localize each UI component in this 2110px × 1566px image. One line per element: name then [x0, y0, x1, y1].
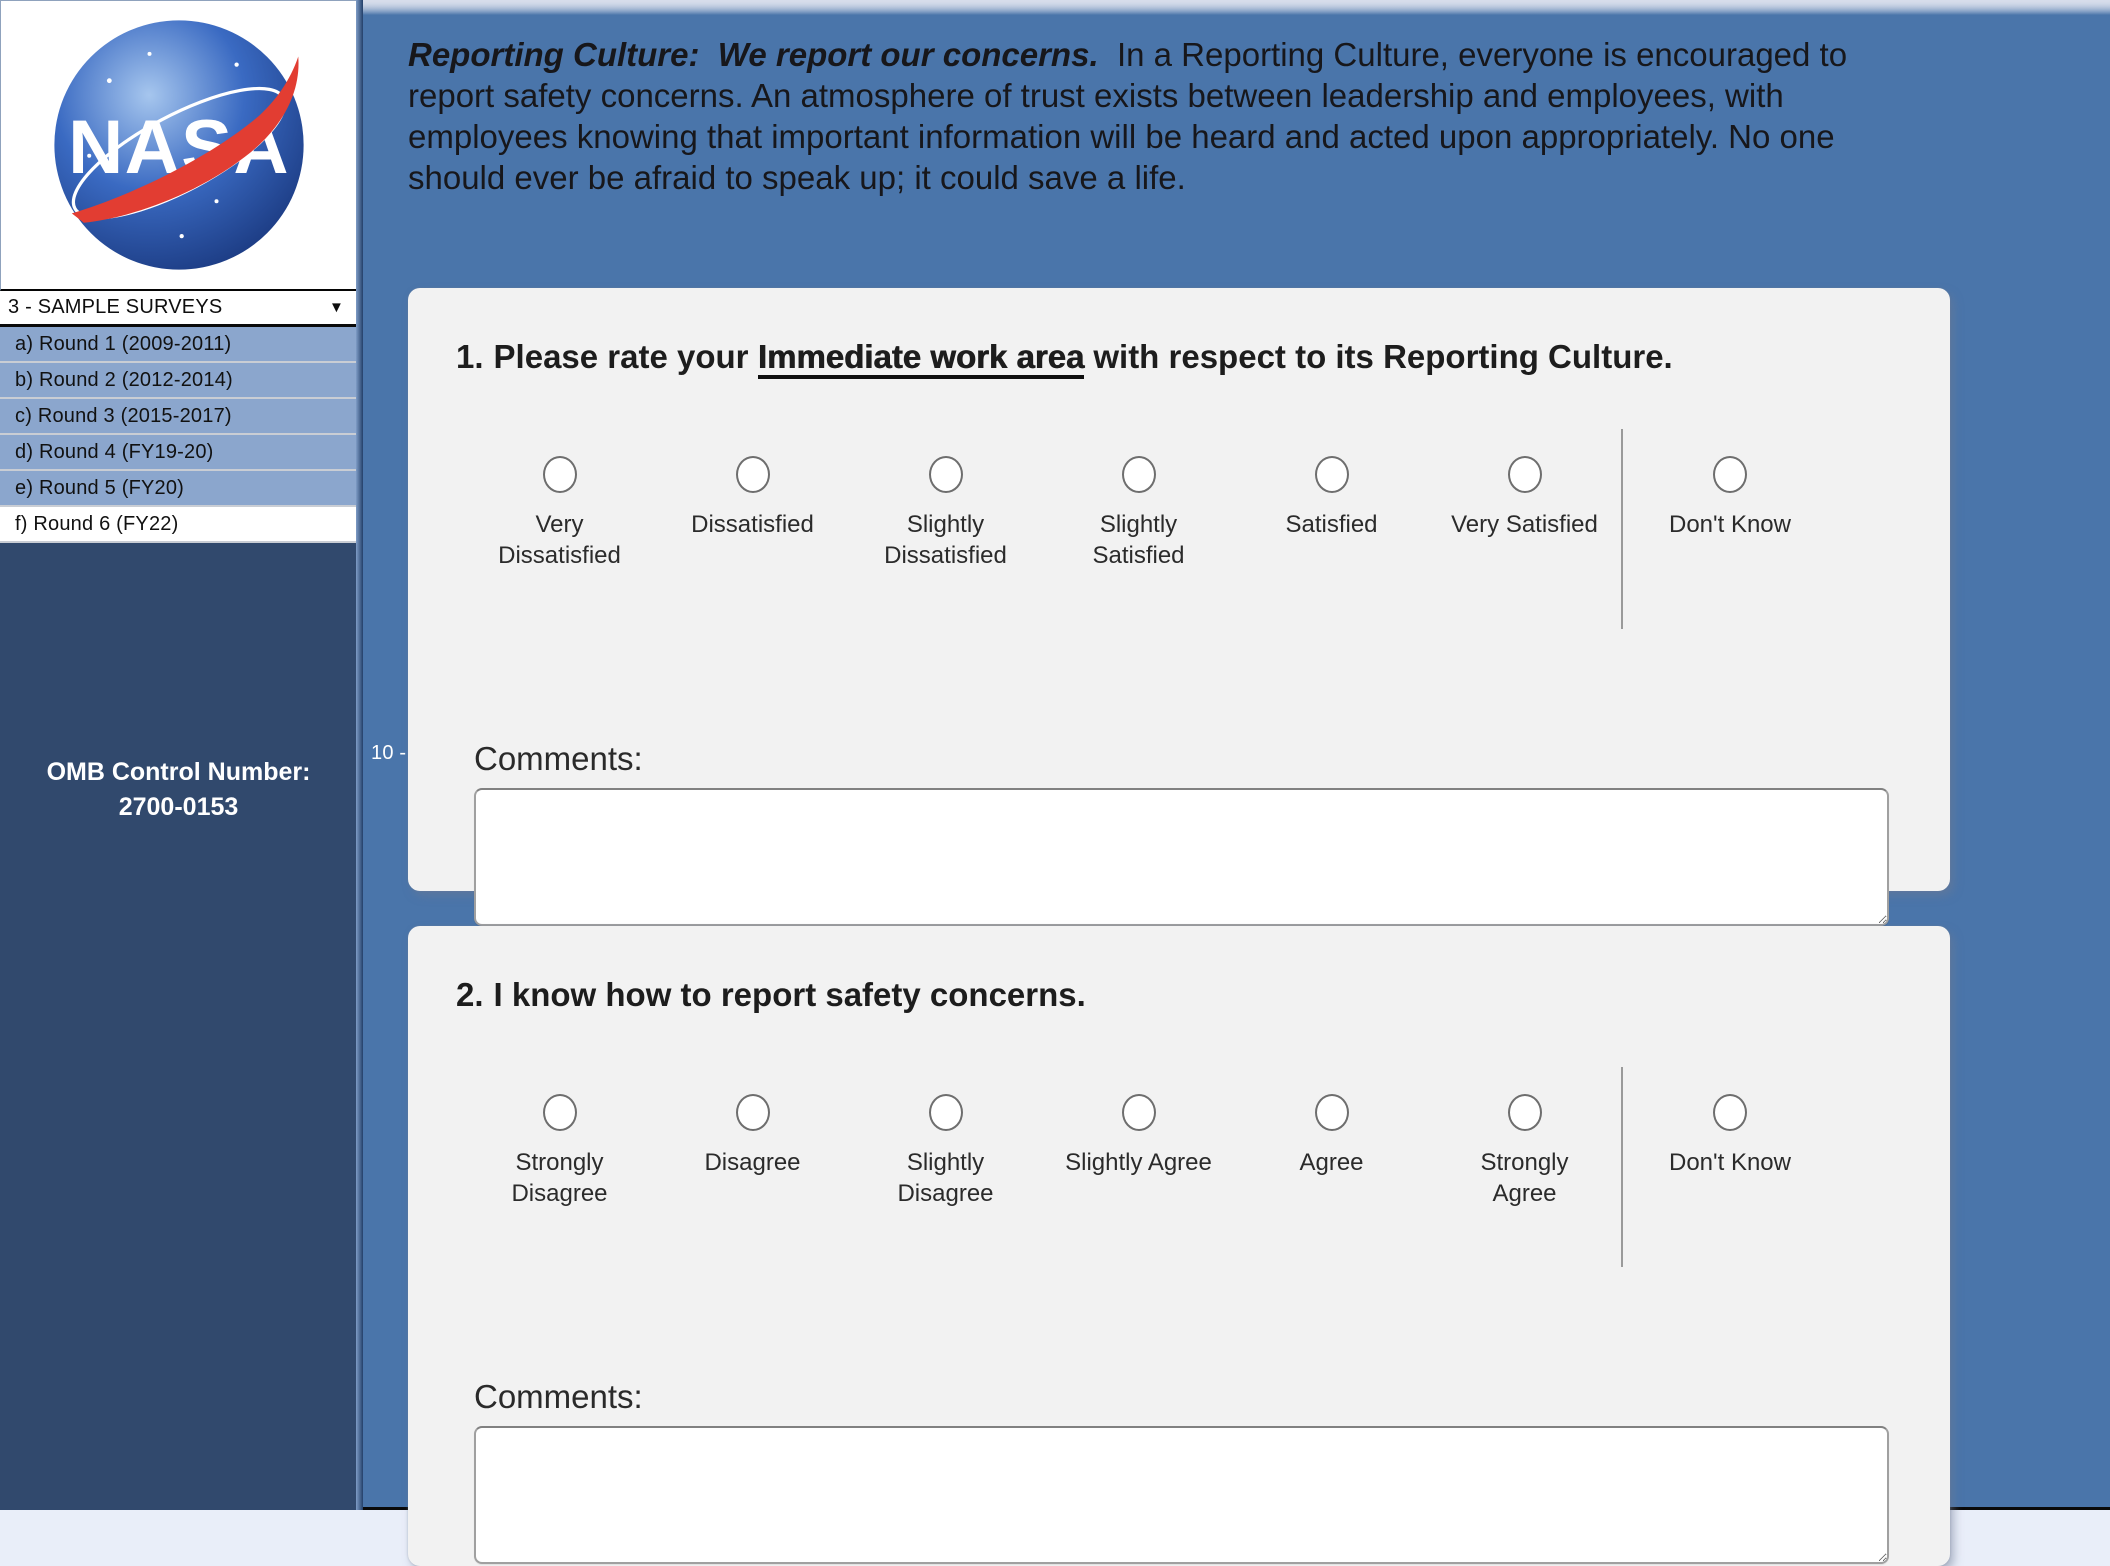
sidebar: NASA 1 - TAKE THE SURVEY 2 - SURVEY INFO…	[0, 0, 363, 1510]
rating-option-dont-know[interactable]: Don't Know	[1623, 1094, 1837, 1178]
rating-option[interactable]: Slightly Dissatisfied	[849, 456, 1042, 571]
scale-divider	[1621, 1067, 1623, 1267]
rating-option[interactable]: Dissatisfied	[656, 456, 849, 540]
rating-option[interactable]: Slightly Disagree	[849, 1094, 1042, 1209]
intro-lead: Reporting Culture: We report our concern…	[408, 36, 1099, 73]
comments-textarea-2[interactable]	[474, 1426, 1889, 1564]
radio-button[interactable]	[543, 1094, 577, 1131]
sidebar-menu: 1 - TAKE THE SURVEY 2 - SURVEY INFORMATI…	[0, 291, 357, 543]
question-card-2: 2.I know how to report safety concerns. …	[408, 926, 1950, 1566]
sidebar-item-round-6-active[interactable]: f) Round 6 (FY22)	[0, 507, 357, 543]
rating-option[interactable]: Disagree	[656, 1094, 849, 1178]
question-1-number: 1.	[456, 338, 484, 375]
question-1-emphasis: Immediate work area	[758, 338, 1085, 379]
radio-button[interactable]	[929, 456, 963, 493]
rating-option-dont-know[interactable]: Don't Know	[1623, 456, 1837, 540]
sidebar-item-round-4[interactable]: d) Round 4 (FY19-20)	[0, 435, 357, 471]
rating-option[interactable]: Very Satisfied	[1428, 456, 1621, 540]
omb-control-number-value: 2700-0153	[0, 790, 357, 825]
radio-button[interactable]	[929, 1094, 963, 1131]
intro-paragraph: Reporting Culture: We report our concern…	[408, 34, 1868, 198]
nasa-logo: NASA	[45, 11, 313, 279]
radio-button[interactable]	[1508, 1094, 1542, 1131]
main-content: Reporting Culture: We report our concern…	[363, 0, 2110, 1510]
omb-control-number-label: OMB Control Number:	[0, 755, 357, 790]
radio-button[interactable]	[1713, 456, 1747, 493]
comments-textarea-1[interactable]	[474, 788, 1889, 926]
radio-button[interactable]	[736, 1094, 770, 1131]
radio-button[interactable]	[1315, 1094, 1349, 1131]
question-2-comments: Comments:	[474, 1378, 1950, 1564]
question-card-1: 1.Please rate your Immediate work area w…	[408, 288, 1950, 891]
sidebar-item-round-5[interactable]: e) Round 5 (FY20)	[0, 471, 357, 507]
question-1-rating-scale: Very Dissatisfied Dissatisfied Slightly …	[463, 456, 1950, 656]
rating-option[interactable]: Satisfied	[1235, 456, 1428, 540]
sidebar-item-round-3[interactable]: c) Round 3 (2015-2017)	[0, 399, 357, 435]
radio-button[interactable]	[543, 456, 577, 493]
sidebar-edge	[356, 0, 363, 1510]
rating-option[interactable]: Strongly Agree	[1428, 1094, 1621, 1209]
radio-button[interactable]	[1122, 1094, 1156, 1131]
question-2-number: 2.	[456, 976, 484, 1013]
radio-button[interactable]	[1315, 456, 1349, 493]
rating-option[interactable]: Agree	[1235, 1094, 1428, 1178]
sidebar-item-round-2[interactable]: b) Round 2 (2012-2014)	[0, 363, 357, 399]
comments-label: Comments:	[474, 740, 1950, 778]
sidebar-footer: OMB Control Number: 2700-0153	[0, 543, 357, 825]
rating-option[interactable]: Strongly Disagree	[463, 1094, 656, 1209]
sidebar-item-sample-surveys[interactable]: 3 - SAMPLE SURVEYS▼	[0, 291, 357, 327]
radio-button[interactable]	[736, 456, 770, 493]
rating-option[interactable]: Slightly Agree	[1042, 1094, 1235, 1178]
question-1-comments: Comments:	[474, 740, 1950, 926]
comments-label: Comments:	[474, 1378, 1950, 1416]
nasa-logo-panel: NASA	[0, 0, 357, 291]
question-2-rating-scale: Strongly Disagree Disagree Slightly Disa…	[463, 1094, 1950, 1294]
radio-button[interactable]	[1122, 456, 1156, 493]
radio-button[interactable]	[1713, 1094, 1747, 1131]
rating-option[interactable]: Slightly Satisfied	[1042, 456, 1235, 571]
scale-divider	[1621, 429, 1623, 629]
question-1-title: 1.Please rate your Immediate work area w…	[408, 288, 1950, 376]
radio-button[interactable]	[1508, 456, 1542, 493]
sidebar-item-round-1[interactable]: a) Round 1 (2009-2011)	[0, 327, 357, 363]
rating-option[interactable]: Very Dissatisfied	[463, 456, 656, 571]
question-2-title: 2.I know how to report safety concerns.	[408, 926, 1950, 1014]
chevron-down-icon: ▼	[329, 300, 344, 315]
